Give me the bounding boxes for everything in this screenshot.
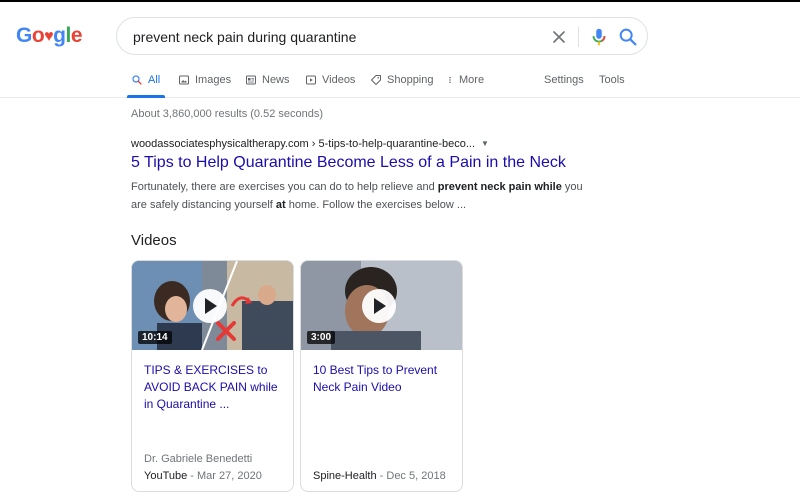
result-stats: About 3,860,000 results (0.52 seconds) [131, 108, 324, 120]
mic-icon[interactable] [588, 26, 610, 48]
search-tabs: All Images News Videos Shopping More Set… [0, 64, 800, 98]
tab-label: News [262, 74, 290, 86]
search-box [116, 17, 648, 55]
video-source: Spine-Health - Dec 5, 2018 [313, 470, 446, 482]
snippet-bold: prevent neck pain while [437, 181, 562, 193]
news-icon [246, 75, 256, 85]
video-date: - Mar 27, 2020 [187, 470, 262, 482]
result-url-text: woodassociatesphysicaltherapy.com › 5-ti… [131, 138, 476, 150]
video-source-name: YouTube [144, 470, 188, 482]
play-icon[interactable] [193, 289, 227, 323]
video-source-name: Spine-Health [313, 470, 377, 482]
tab-tools[interactable]: Tools [599, 72, 625, 88]
tab-news[interactable]: News [245, 72, 290, 88]
video-icon [306, 75, 316, 85]
result-url[interactable]: woodassociatesphysicaltherapy.com › 5-ti… [131, 138, 489, 150]
result-title-link[interactable]: 5 Tips to Help Quarantine Become Less of… [131, 154, 566, 172]
caret-down-icon[interactable]: ▼ [481, 139, 489, 148]
snippet-text: Fortunately, there are exercises you can… [131, 181, 438, 193]
clear-icon[interactable] [549, 27, 569, 47]
search-icon[interactable] [617, 26, 639, 48]
logo-letter: G [16, 24, 32, 47]
search-input[interactable] [133, 26, 533, 48]
tab-label: Videos [322, 74, 356, 86]
heart-icon: ♥ [44, 28, 54, 45]
tab-label: Tools [599, 74, 625, 86]
video-duration: 10:14 [138, 331, 172, 344]
tab-settings[interactable]: Settings [544, 72, 584, 88]
video-title-link[interactable]: TIPS & EXERCISES to AVOID BACK PAIN whil… [144, 362, 286, 413]
logo-letter: e [70, 24, 83, 47]
video-source: YouTube - Mar 27, 2020 [144, 470, 262, 482]
tab-label: Images [195, 74, 232, 86]
video-card[interactable]: 10:14 TIPS & EXERCISES to AVOID BACK PAI… [131, 260, 294, 492]
video-card[interactable]: 3:00 10 Best Tips to Prevent Neck Pain V… [300, 260, 463, 492]
video-title-link[interactable]: 10 Best Tips to Prevent Neck Pain Video [313, 362, 455, 396]
search-icon [132, 75, 142, 85]
logo-letter: o [31, 24, 45, 47]
play-icon[interactable] [362, 289, 396, 323]
snippet-text: home. Follow the exercises below ... [285, 199, 467, 211]
google-logo[interactable]: Go♥gle [16, 24, 83, 48]
tab-more[interactable]: More [446, 72, 484, 88]
tab-shopping[interactable]: Shopping [370, 72, 434, 88]
tab-label: More [459, 74, 485, 86]
tab-images[interactable]: Images [178, 72, 231, 88]
video-thumbnail[interactable]: 10:14 [132, 261, 293, 350]
tab-label: Settings [544, 74, 584, 86]
tab-label: All [148, 74, 161, 86]
image-icon [179, 75, 189, 85]
search-divider [578, 27, 579, 47]
logo-letter: g [53, 24, 66, 47]
tab-label: Shopping [387, 74, 434, 86]
tab-videos[interactable]: Videos [305, 72, 355, 88]
videos-heading: Videos [131, 232, 177, 249]
video-thumbnail[interactable]: 3:00 [301, 261, 462, 350]
video-date: - Dec 5, 2018 [376, 470, 446, 482]
more-vert-icon [449, 76, 451, 84]
tab-all[interactable]: All [131, 72, 160, 88]
tag-icon [371, 75, 381, 85]
snippet-bold: at [275, 199, 286, 211]
active-tab-indicator [127, 95, 165, 98]
video-duration: 3:00 [307, 331, 336, 344]
video-author: Dr. Gabriele Benedetti [144, 453, 253, 465]
result-snippet: Fortunately, there are exercises you can… [131, 178, 601, 214]
